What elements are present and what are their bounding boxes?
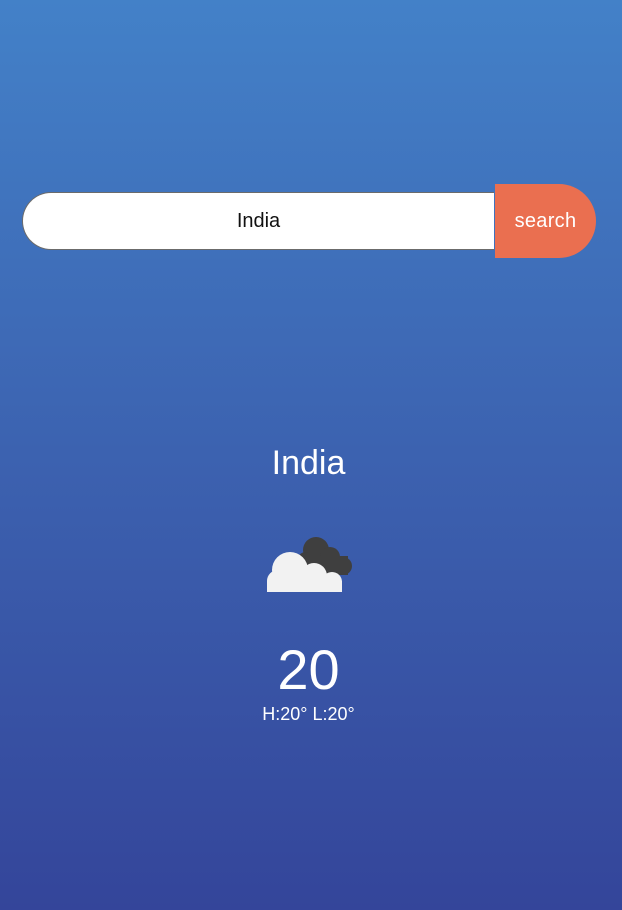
high-low-temperature: H:20° L:20° bbox=[262, 704, 355, 724]
temperature: 20 bbox=[277, 638, 340, 701]
search-input[interactable] bbox=[22, 192, 494, 250]
search-bar: search bbox=[22, 184, 596, 258]
search-button[interactable]: search bbox=[495, 184, 596, 258]
weather-app: search India 20 H:20° L:20° bbox=[0, 0, 622, 910]
city-name: India bbox=[271, 444, 346, 482]
cloudy-icon bbox=[262, 532, 356, 596]
